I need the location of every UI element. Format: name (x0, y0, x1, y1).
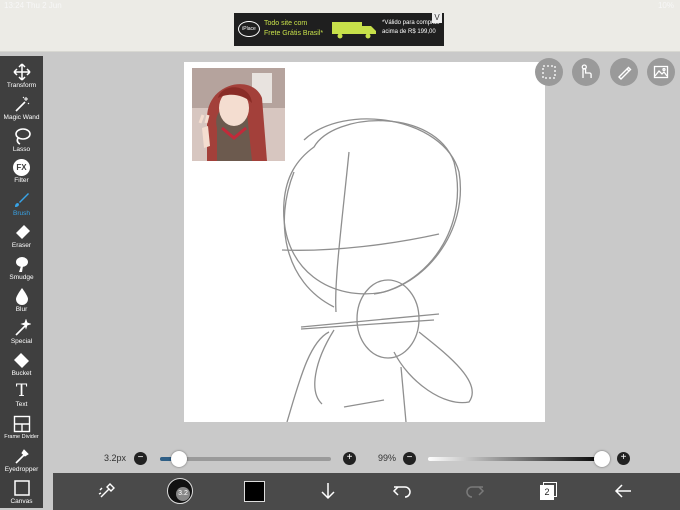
tool-filter[interactable]: FX Filter (0, 156, 43, 188)
tool-blur[interactable]: Blur (0, 284, 43, 316)
eraser-icon (15, 225, 30, 239)
frame-divider-icon (13, 415, 30, 433)
ad-note-1: *Válido para compras (382, 20, 440, 26)
size-decrease-button[interactable]: − (134, 452, 147, 465)
tool-label: Eyedropper (4, 466, 39, 473)
tool-label: Transform (6, 82, 37, 89)
magic-wand-icon (14, 96, 29, 112)
color-button[interactable] (242, 479, 266, 503)
opacity-increase-button[interactable]: + (617, 452, 630, 465)
eyedropper-icon (14, 449, 29, 464)
tool-label: Magic Wand (3, 114, 40, 121)
image-icon (653, 65, 669, 79)
bucket-icon (13, 353, 29, 368)
status-battery: 10% (657, 1, 674, 10)
layers-button[interactable]: 2 (537, 479, 561, 503)
tool-sidebar: Transform Magic Wand Lasso FX Filter Bru… (0, 56, 43, 508)
ad-line-2: Frete Grátis Brasil* (264, 30, 324, 37)
tool-label: Smudge (9, 274, 34, 281)
tool-frame-divider[interactable]: Frame Divider (0, 412, 43, 444)
selection-button[interactable] (535, 58, 563, 86)
brush-size-button[interactable]: 3.2 (167, 478, 193, 504)
ad-line-1: Todo site com (264, 20, 308, 27)
opacity-decrease-button[interactable]: − (403, 452, 416, 465)
tool-label: Bucket (11, 370, 32, 377)
undo-button[interactable] (390, 479, 414, 503)
truck-icon (332, 22, 376, 39)
brush-settings-icon (98, 483, 115, 498)
text-icon: T (15, 381, 28, 401)
drop-icon (15, 288, 28, 305)
drawing-canvas[interactable] (184, 62, 545, 422)
selection-icon (542, 65, 556, 79)
pen-settings-button[interactable] (610, 58, 638, 86)
move-icon (12, 63, 31, 81)
quick-menu-button[interactable] (95, 479, 119, 503)
touch-button[interactable] (572, 58, 600, 86)
tool-brush[interactable]: Brush (0, 188, 43, 220)
brush-icon (14, 193, 29, 207)
pen-icon (618, 66, 632, 80)
undo-icon (392, 486, 411, 498)
back-button[interactable] (611, 479, 635, 503)
brush-size-badge: 3.2 (176, 487, 190, 501)
download-button[interactable] (316, 479, 340, 503)
tool-label: Canvas (10, 498, 33, 505)
layers-icon: 2 (540, 482, 558, 500)
tool-label: Filter (14, 177, 29, 184)
ad-note-2: acima de R$ 199,00 (382, 29, 436, 35)
tool-label: Text (15, 401, 28, 408)
tool-canvas[interactable]: Canvas (0, 476, 43, 508)
tool-magic-wand[interactable]: Magic Wand (0, 92, 43, 124)
bottom-toolbar: 3.2 2 (53, 473, 680, 510)
status-time-date: 13:24 Thu 2 Jun (4, 1, 62, 10)
tool-label: Lasso (12, 146, 31, 153)
arrow-down-icon (321, 483, 335, 500)
status-date: Thu 2 Jun (26, 1, 62, 10)
arrow-left-icon (614, 484, 631, 498)
status-time: 13:24 (4, 1, 25, 10)
opacity-slider-thumb[interactable] (594, 451, 611, 467)
hand-icon (581, 64, 592, 78)
brush-size-value: 3.2px (104, 453, 127, 463)
ad-banner[interactable]: iPlace Todo site com Frete Grátis Brasil… (234, 13, 444, 46)
canvas-icon (13, 480, 30, 496)
reference-image[interactable] (192, 68, 285, 161)
fx-icon: FX (13, 159, 30, 176)
lasso-icon (14, 128, 31, 145)
ad-brand-logo: iPlace (238, 21, 260, 37)
redo-button[interactable] (463, 479, 487, 503)
opacity-slider-track[interactable] (428, 457, 604, 461)
size-slider-thumb[interactable] (170, 451, 187, 467)
tool-label: Brush (13, 210, 30, 217)
brush-opacity-value: 99% (378, 453, 397, 463)
tool-special[interactable]: Special (0, 316, 43, 348)
material-button[interactable] (647, 58, 675, 86)
color-swatch (243, 480, 265, 502)
size-increase-button[interactable]: + (343, 452, 356, 465)
tool-transform[interactable]: Transform (0, 60, 43, 92)
tool-smudge[interactable]: Smudge (0, 252, 43, 284)
redo-icon (466, 486, 485, 498)
smudge-icon (15, 257, 28, 272)
tool-label: Blur (15, 306, 28, 313)
tool-text[interactable]: T Text (0, 380, 43, 412)
status-bar: 13:24 Thu 2 Jun 10% (0, 0, 680, 12)
tool-label: Eraser (11, 242, 32, 249)
tool-bucket[interactable]: Bucket (0, 348, 43, 380)
ad-bar: iPlace Todo site com Frete Grátis Brasil… (0, 12, 680, 52)
ad-close-button[interactable]: V (432, 13, 442, 23)
tool-eraser[interactable]: Eraser (0, 220, 43, 252)
tool-lasso[interactable]: Lasso (0, 124, 43, 156)
layer-count: 2 (540, 485, 554, 500)
sparkle-icon (14, 319, 31, 336)
tool-eyedropper[interactable]: Eyedropper (0, 444, 43, 476)
tool-label: Special (10, 338, 33, 345)
tool-label: Frame Divider (4, 434, 39, 440)
